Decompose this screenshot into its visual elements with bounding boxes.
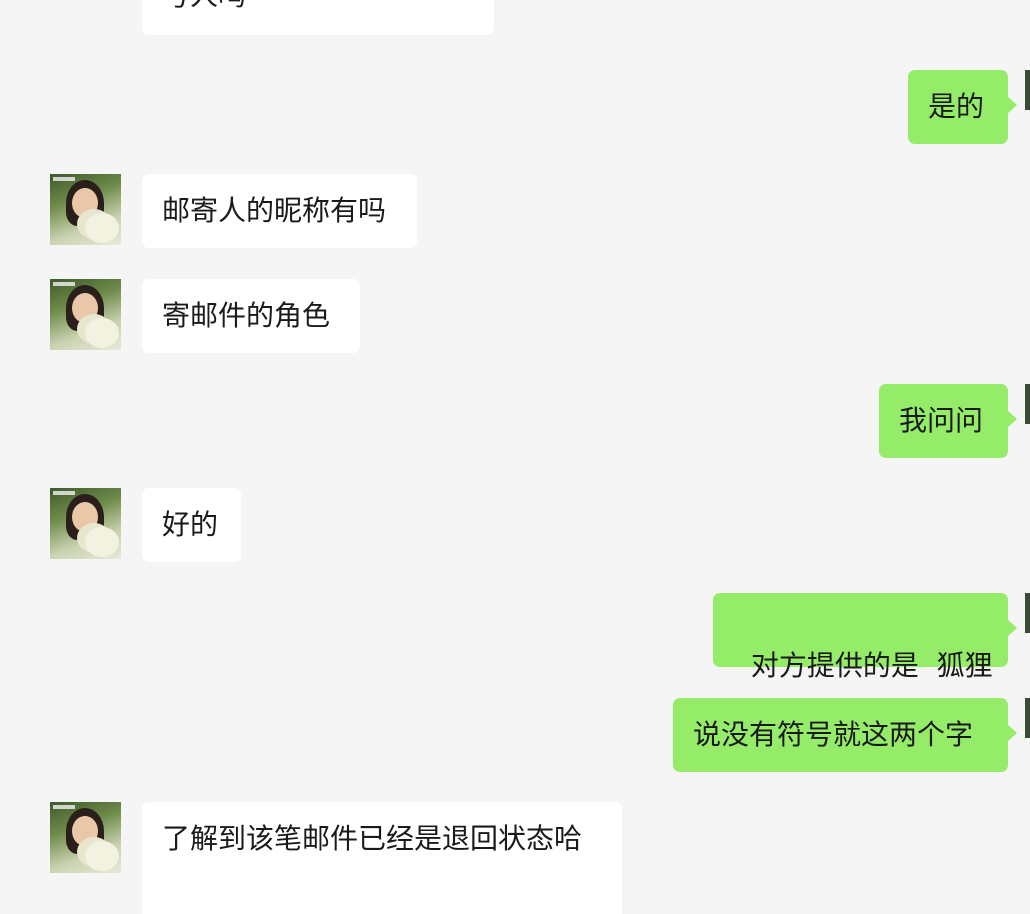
message-text: 寄邮件的角色 [162, 299, 331, 332]
contact-avatar[interactable] [50, 802, 121, 873]
own-avatar-edge [1025, 593, 1030, 633]
own-avatar-edge [1025, 698, 1030, 738]
message-text: 对方提供的是 狐狸 [750, 649, 993, 682]
incoming-message-bubble[interactable]: 邮寄人的昵称有吗 [142, 174, 417, 248]
outgoing-message-bubble[interactable]: 说没有符号就这两个字 [673, 698, 1017, 772]
incoming-message-bubble[interactable]: 寄邮件的角色 [142, 279, 360, 353]
message-text: 说没有符号就这两个字 [693, 718, 974, 751]
incoming-message-bubble[interactable]: 号人吗 [142, 0, 494, 35]
message-text: 我问问 [899, 404, 984, 437]
incoming-message-bubble[interactable]: 了解到该笔邮件已经是退回状态哈 [142, 802, 622, 914]
message-text: 号人吗 [162, 0, 246, 12]
own-avatar-edge [1025, 384, 1030, 424]
message-text: 好的 [162, 508, 219, 541]
outgoing-message-bubble[interactable]: 是的 [908, 70, 1017, 144]
contact-avatar[interactable] [50, 174, 121, 245]
contact-avatar[interactable] [50, 279, 121, 350]
incoming-message-bubble[interactable]: 好的 [142, 488, 241, 562]
outgoing-message-bubble[interactable]: 我问问 [879, 384, 1017, 458]
contact-avatar[interactable] [50, 488, 121, 559]
message-text: 邮寄人的昵称有吗 [162, 194, 387, 227]
message-text: 是的 [928, 90, 985, 123]
message-text: 了解到该笔邮件已经是退回状态哈 [162, 822, 583, 855]
own-avatar-edge [1025, 70, 1030, 110]
outgoing-message-bubble[interactable]: 对方提供的是 狐狸 [713, 593, 1017, 682]
